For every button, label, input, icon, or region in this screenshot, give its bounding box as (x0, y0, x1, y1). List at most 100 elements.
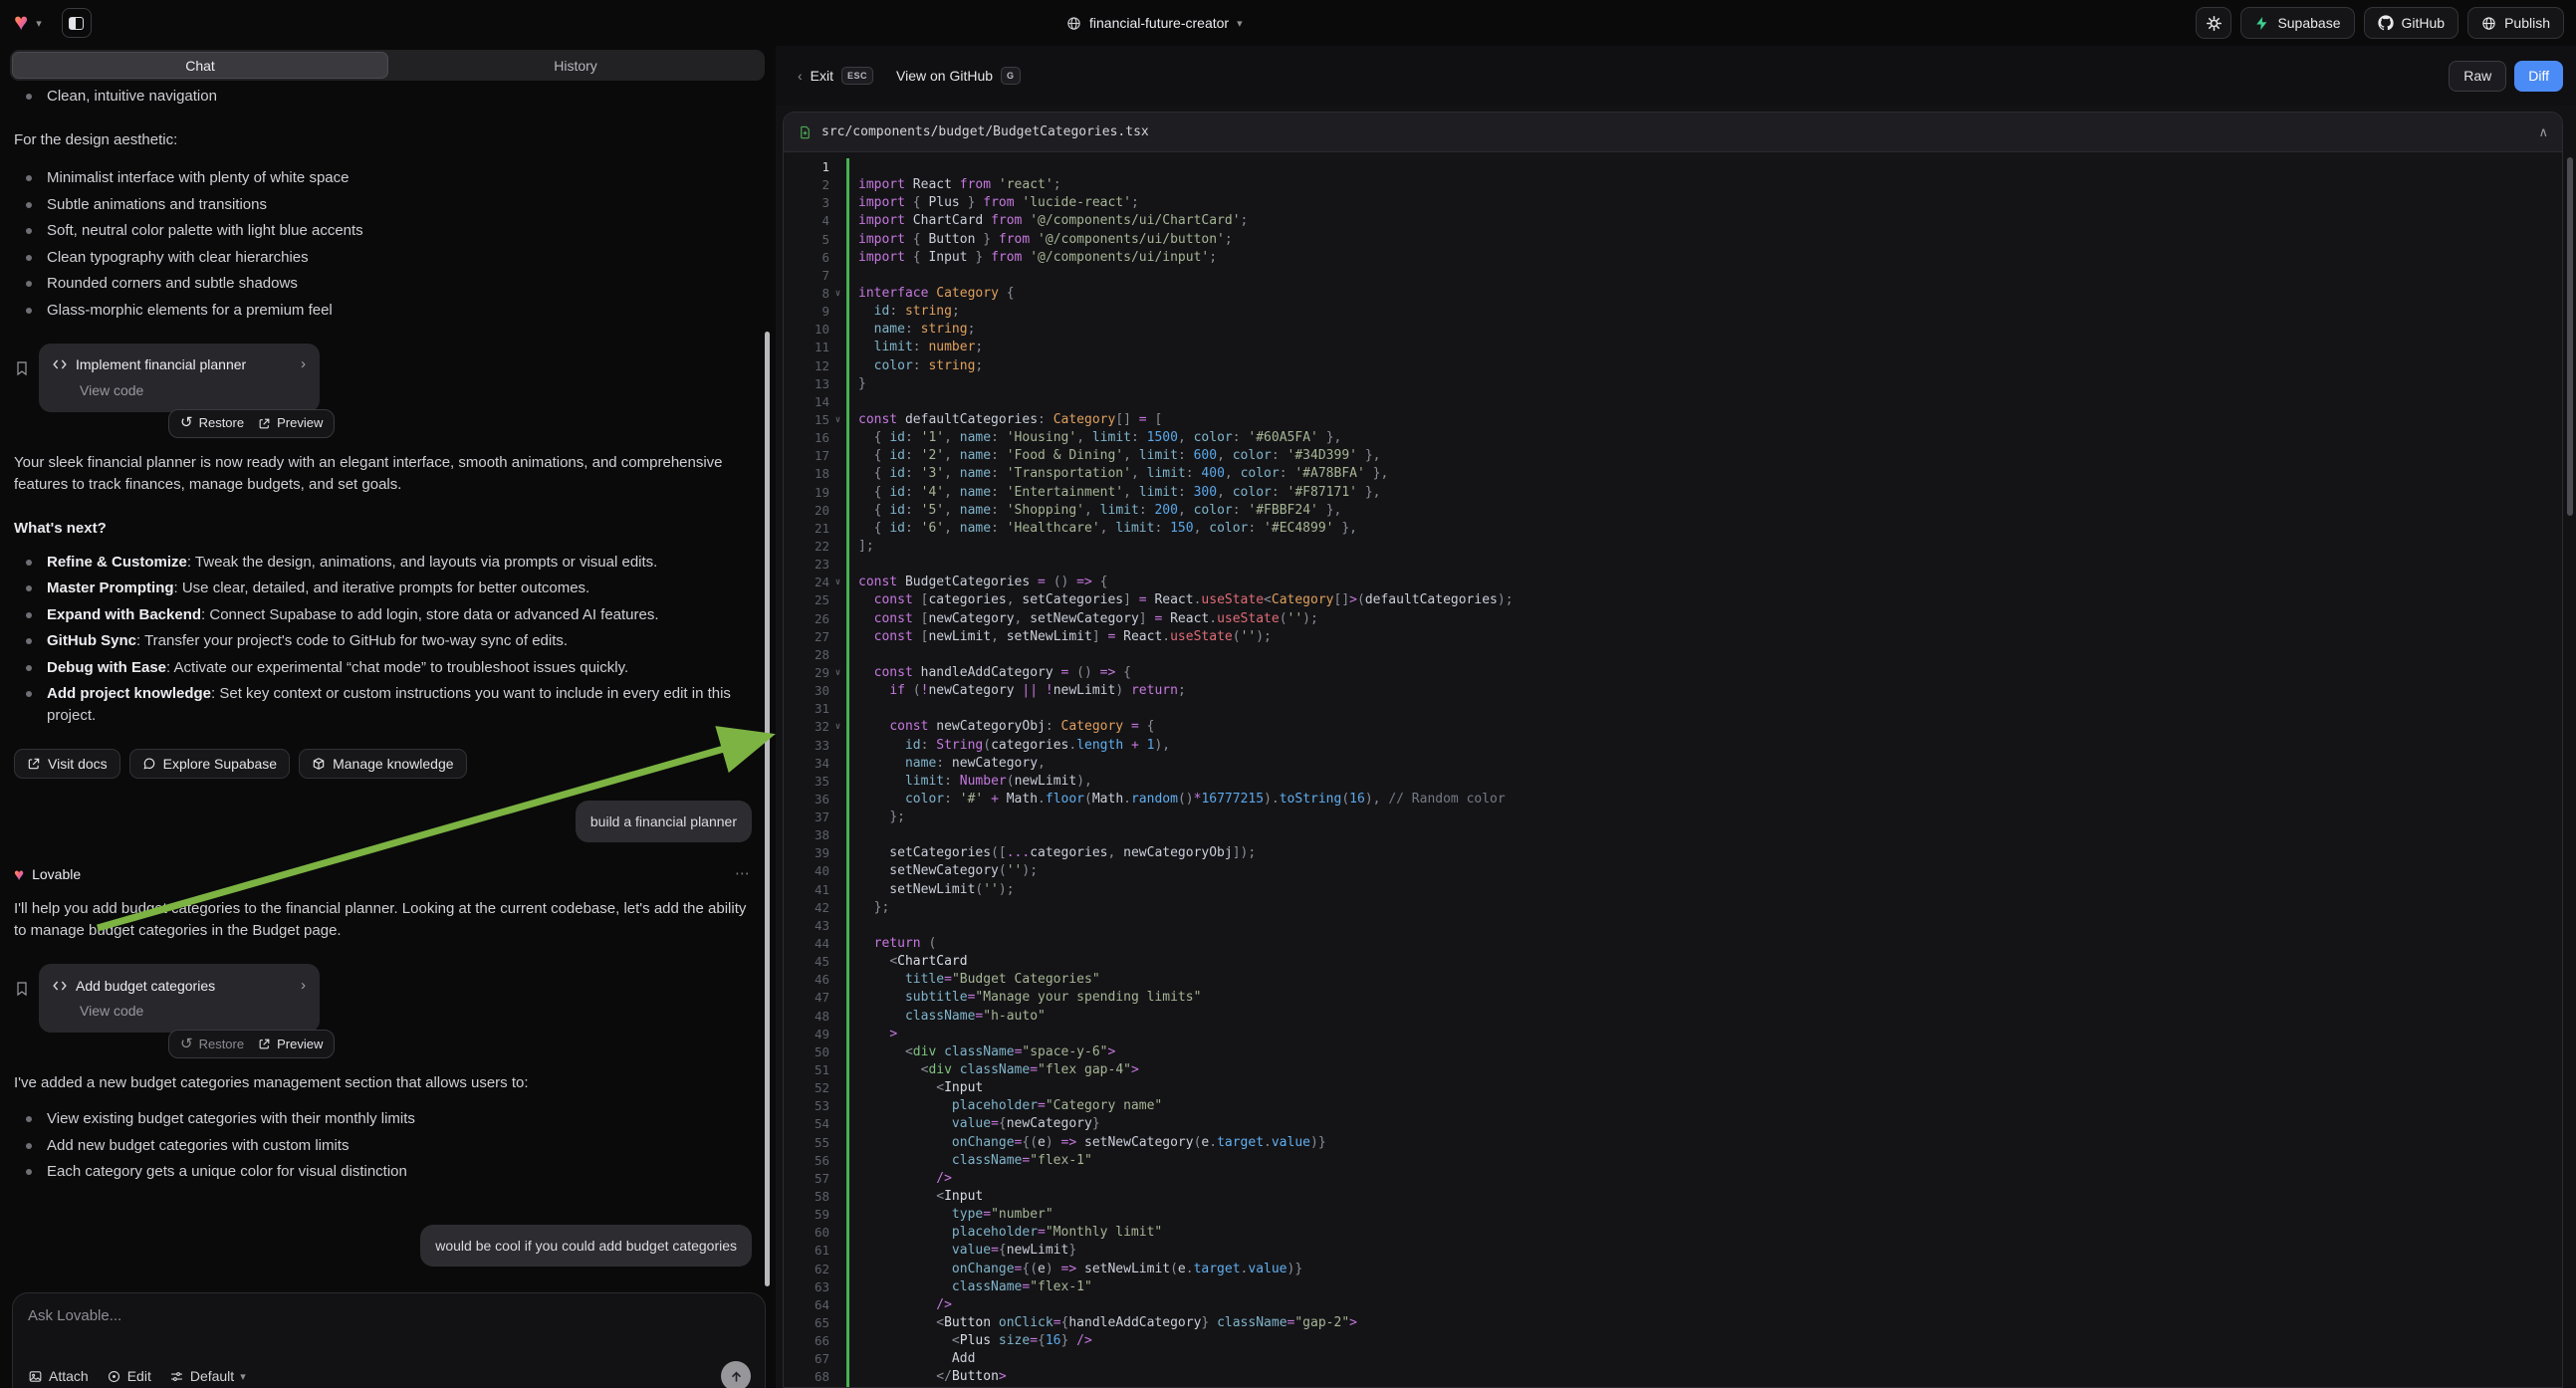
file-header[interactable]: src/components/budget/BudgetCategories.t… (784, 113, 2562, 152)
code-line: 38 (784, 826, 2562, 844)
code-line-content: <Button onClick={handleAddCategory} clas… (846, 1314, 2562, 1332)
line-number: 26 (784, 610, 829, 628)
mode-select[interactable]: Default ▾ (169, 1368, 246, 1384)
sliders-icon (169, 1369, 184, 1384)
esc-shortcut-badge: ESC (841, 67, 873, 85)
line-number: 8 (784, 285, 829, 303)
code-line: 17 { id: '2', name: 'Food & Dining', lim… (784, 447, 2562, 465)
explore-supabase-button[interactable]: Explore Supabase (129, 749, 290, 779)
bullet-item: Subtle animations and transitions (14, 194, 752, 216)
code-line-content: } (846, 375, 2562, 393)
bullet-item: View existing budget categories with the… (14, 1108, 752, 1130)
fold-gutter (829, 844, 846, 862)
code-line-content: value={newLimit} (846, 1242, 2562, 1260)
restore-button[interactable]: ↺Restore (180, 1034, 244, 1055)
fold-chevron-icon[interactable]: ∨ (829, 574, 846, 591)
visit-docs-button[interactable]: Visit docs (14, 749, 120, 779)
code-line: 24∨const BudgetCategories = () => { (784, 574, 2562, 591)
fold-gutter (829, 826, 846, 844)
chat-message-list[interactable]: Clean, intuitive navigation For the desi… (14, 86, 752, 1292)
chevron-right-icon[interactable]: › (301, 353, 306, 375)
next-step-item: Master Prompting: Use clear, detailed, a… (14, 578, 752, 599)
visual-edit-button[interactable]: Edit (107, 1368, 151, 1384)
code-line: 52 <Input (784, 1079, 2562, 1097)
bullet-list: Clean, intuitive navigation (14, 86, 752, 108)
image-attach-icon (28, 1369, 43, 1384)
bookmark-icon[interactable] (14, 980, 30, 998)
bullet-item: Soft, neutral color palette with light b… (14, 220, 752, 242)
code-line: 47 subtitle="Manage your spending limits… (784, 989, 2562, 1007)
fold-chevron-icon[interactable]: ∨ (829, 664, 846, 682)
diff-toggle-button[interactable]: Diff (2514, 61, 2563, 92)
fold-chevron-icon[interactable]: ∨ (829, 411, 846, 429)
tab-chat[interactable]: Chat (12, 52, 388, 79)
github-icon (2378, 15, 2394, 31)
project-switcher[interactable]: financial-future-creator ▾ (1066, 0, 1243, 46)
chat-input[interactable] (28, 1307, 750, 1324)
fold-chevron-icon[interactable]: ∨ (829, 285, 846, 303)
code-line-content: <ChartCard (846, 953, 2562, 971)
code-line: 26 const [newCategory, setNewCategory] =… (784, 610, 2562, 628)
line-number: 67 (784, 1350, 829, 1368)
tab-history[interactable]: History (388, 52, 763, 79)
code-editor-content[interactable]: 1 2import React from 'react';3import { P… (784, 153, 2562, 1387)
code-line-content: const [categories, setCategories] = Reac… (846, 591, 2562, 609)
bullet-item: Clean typography with clear hierarchies (14, 247, 752, 269)
restore-button[interactable]: ↺Restore (180, 412, 244, 434)
attach-button[interactable]: Attach (28, 1368, 89, 1384)
fold-gutter (829, 447, 846, 465)
code-scrollbar[interactable] (2567, 157, 2573, 516)
fold-gutter (829, 1097, 846, 1115)
next-step-item: GitHub Sync: Transfer your project's cod… (14, 630, 752, 652)
code-line: 62 onChange={(e) => setNewLimit(e.target… (784, 1261, 2562, 1278)
line-number: 46 (784, 971, 829, 989)
manage-knowledge-button[interactable]: Manage knowledge (299, 749, 466, 779)
fold-gutter (829, 1026, 846, 1043)
view-on-github-button[interactable]: View on GitHub G (896, 67, 1021, 85)
gear-icon (2206, 15, 2223, 32)
fold-gutter (829, 1242, 846, 1260)
code-line-content: { id: '2', name: 'Food & Dining', limit:… (846, 447, 2562, 465)
project-title: financial-future-creator (1089, 15, 1229, 31)
publish-button[interactable]: Publish (2467, 7, 2564, 39)
fold-gutter (829, 773, 846, 791)
code-line: 60 placeholder="Monthly limit" (784, 1224, 2562, 1242)
fold-gutter (829, 989, 846, 1007)
chevron-down-icon[interactable]: ▾ (36, 17, 42, 30)
view-code-link[interactable]: View code (53, 1000, 306, 1022)
collapse-chevron-up-icon[interactable]: ∧ (2538, 124, 2548, 140)
line-number: 61 (784, 1242, 829, 1260)
version-card-add-budget-categories[interactable]: Add budget categories › View code ↺Resto… (39, 964, 320, 1033)
supabase-button[interactable]: Supabase (2240, 7, 2354, 39)
fold-chevron-icon[interactable]: ∨ (829, 718, 846, 736)
code-line: 67 Add (784, 1350, 2562, 1368)
bullet-item: Rounded corners and subtle shadows (14, 273, 752, 295)
lovable-logo-icon[interactable]: ♥ (14, 11, 28, 35)
sidebar-toggle-button[interactable] (62, 8, 92, 38)
line-number: 19 (784, 484, 829, 502)
user-message-bubble: would be cool if you could add budget ca… (420, 1225, 752, 1267)
fold-gutter (829, 610, 846, 628)
code-line: 34 name: newCategory, (784, 755, 2562, 773)
code-line-content: color: string; (846, 357, 2562, 375)
chat-scrollbar[interactable] (765, 332, 770, 1286)
send-button[interactable] (721, 1361, 751, 1388)
message-menu-button[interactable]: ⋯ (735, 863, 752, 885)
exit-button[interactable]: ‹ Exit ESC (798, 67, 873, 85)
preview-button[interactable]: Preview (258, 412, 323, 434)
version-card-implement-planner[interactable]: Implement financial planner › View code … (39, 344, 320, 412)
code-line-content: const handleAddCategory = () => { (846, 664, 2562, 682)
chevron-right-icon[interactable]: › (301, 975, 306, 997)
code-line: 28 (784, 646, 2562, 664)
settings-button[interactable] (2196, 7, 2231, 39)
file-path: src/components/budget/BudgetCategories.t… (821, 124, 1149, 139)
raw-toggle-button[interactable]: Raw (2449, 61, 2506, 92)
preview-button[interactable]: Preview (258, 1034, 323, 1055)
view-code-link[interactable]: View code (53, 379, 306, 401)
bookmark-icon[interactable] (14, 359, 30, 377)
code-line: 33 id: String(categories.length + 1), (784, 737, 2562, 755)
line-number: 3 (784, 194, 829, 212)
code-line-content: > (846, 1026, 2562, 1043)
lovable-heart-icon: ♥ (14, 866, 24, 883)
github-button[interactable]: GitHub (2364, 7, 2459, 39)
